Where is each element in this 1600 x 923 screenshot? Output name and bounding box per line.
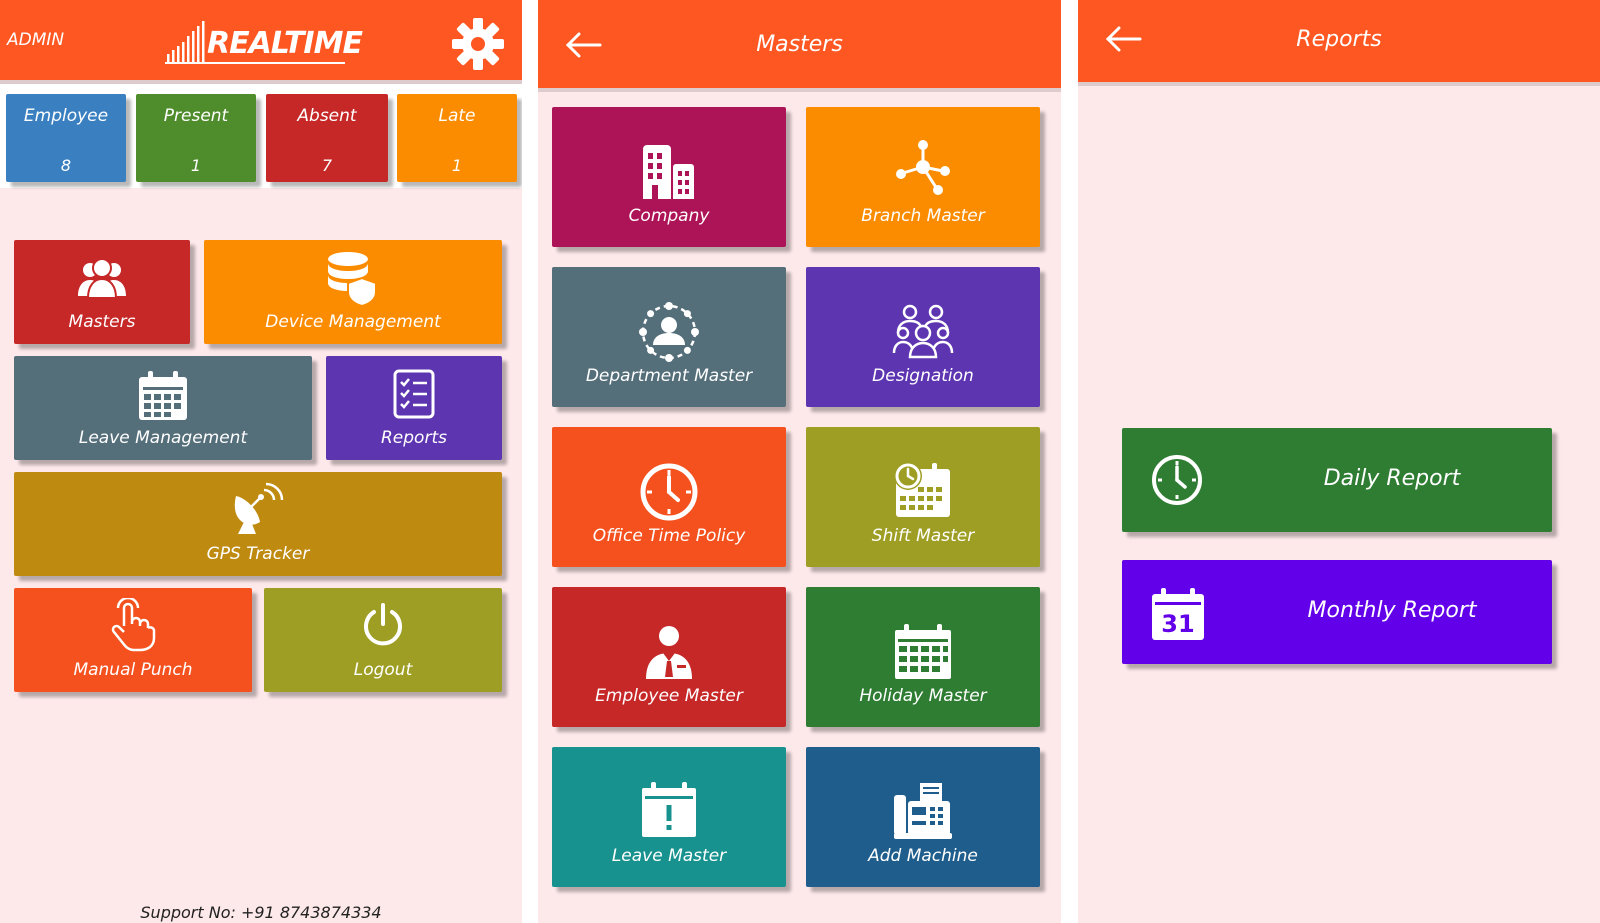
- company-tile[interactable]: Company: [552, 107, 786, 247]
- manual-punch-label: Manual Punch: [73, 660, 193, 680]
- absent-stat-card[interactable]: Absent 7: [266, 94, 388, 182]
- calendar-grid-icon: [895, 624, 951, 679]
- leave-master-label: Leave Master: [611, 846, 727, 866]
- stat-value: 7: [321, 156, 333, 175]
- stat-label: Absent: [297, 106, 357, 126]
- employee-master-tile[interactable]: Employee Master: [552, 587, 786, 727]
- support-number: Support No: +91 8743874334: [140, 903, 382, 922]
- office-time-policy-tile[interactable]: Office Time Policy: [552, 427, 786, 567]
- department-master-tile[interactable]: Department Master: [552, 267, 786, 407]
- daily-report-label: Daily Report: [1323, 466, 1461, 491]
- late-stat-card[interactable]: Late 1: [397, 94, 517, 182]
- holiday-master-label: Holiday Master: [859, 686, 987, 706]
- brand-logo: REALTIME: [165, 18, 363, 66]
- monthly-report-button[interactable]: 31 Monthly Report: [1122, 560, 1552, 664]
- employee-stat-card[interactable]: Employee 8: [6, 94, 126, 182]
- reports-app-bar: Reports: [1078, 0, 1600, 82]
- reports-label: Reports: [381, 428, 447, 448]
- checklist-icon: [393, 369, 435, 419]
- stat-value: 8: [60, 156, 72, 175]
- user-role-label: ADMIN: [7, 30, 65, 50]
- stat-value: 1: [190, 156, 202, 175]
- page-title: Masters: [756, 32, 843, 57]
- page-title: Reports: [1296, 27, 1382, 52]
- brand-logo-text: REALTIME: [207, 26, 363, 61]
- leave-master-tile[interactable]: Leave Master: [552, 747, 786, 887]
- branch-master-label: Branch Master: [861, 206, 985, 226]
- users-icon: [78, 258, 126, 299]
- stat-label: Present: [163, 106, 229, 126]
- hand-pointer-icon: [111, 598, 156, 652]
- add-machine-tile[interactable]: Add Machine: [806, 747, 1040, 887]
- masters-screen: Masters Company Branch Master Department…: [538, 0, 1061, 923]
- masters-app-bar: Masters: [538, 0, 1061, 88]
- company-label: Company: [628, 206, 710, 226]
- network-icon: [896, 140, 950, 195]
- masters-label: Masters: [68, 312, 136, 332]
- reports-screen: Reports Daily Report 31 Monthly Report: [1078, 0, 1600, 923]
- settings-gear-icon[interactable]: [450, 16, 506, 72]
- present-stat-card[interactable]: Present 1: [136, 94, 256, 182]
- monthly-report-label: Monthly Report: [1307, 598, 1477, 623]
- department-icon: [639, 302, 699, 362]
- calendar-icon: [139, 371, 187, 420]
- logout-label: Logout: [353, 660, 413, 680]
- building-icon: [643, 145, 694, 199]
- clock-icon: [1152, 455, 1202, 505]
- power-icon: [364, 603, 402, 646]
- leave-management-label: Leave Management: [78, 428, 248, 448]
- fax-machine-icon: [894, 783, 952, 839]
- device-management-tile[interactable]: Device Management: [204, 240, 502, 344]
- employee-icon: [646, 626, 692, 679]
- group-icon: [892, 304, 954, 359]
- gps-tracker-tile[interactable]: GPS Tracker: [14, 472, 502, 576]
- gps-tracker-label: GPS Tracker: [206, 544, 310, 564]
- stats-band: Employee 8 Present 1 Absent 7 Late 1: [0, 84, 522, 188]
- signal-bars-icon: [167, 21, 205, 62]
- branch-master-tile[interactable]: Branch Master: [806, 107, 1040, 247]
- calendar-clock-icon: [894, 462, 950, 517]
- calendar-alert-icon: [642, 782, 696, 837]
- manual-punch-tile[interactable]: Manual Punch: [14, 588, 252, 692]
- shift-master-label: Shift Master: [871, 526, 975, 546]
- satellite-dish-icon: [234, 482, 284, 534]
- designation-label: Designation: [872, 366, 974, 386]
- dashboard-app-bar: ADMIN REALTIME: [0, 0, 522, 80]
- database-shield-icon: [328, 252, 377, 306]
- leave-management-tile[interactable]: Leave Management: [14, 356, 312, 460]
- stat-label: Employee: [23, 106, 109, 126]
- device-management-label: Device Management: [265, 312, 441, 332]
- daily-report-button[interactable]: Daily Report: [1122, 428, 1552, 532]
- add-machine-label: Add Machine: [868, 846, 978, 866]
- reports-tile[interactable]: Reports: [326, 356, 502, 460]
- stat-value: 1: [451, 156, 463, 175]
- designation-tile[interactable]: Designation: [806, 267, 1040, 407]
- stat-label: Late: [438, 106, 476, 126]
- office-time-policy-label: Office Time Policy: [592, 526, 746, 546]
- holiday-master-tile[interactable]: Holiday Master: [806, 587, 1040, 727]
- department-master-label: Department Master: [585, 366, 753, 386]
- masters-tile[interactable]: Masters: [14, 240, 190, 344]
- logout-tile[interactable]: Logout: [264, 588, 502, 692]
- calendar-day-number: 31: [1161, 610, 1195, 638]
- employee-master-label: Employee Master: [595, 686, 743, 706]
- clock-icon: [640, 463, 698, 521]
- dashboard-screen: ADMIN REALTIME Employee 8 Present 1 Abse…: [0, 0, 522, 923]
- shift-master-tile[interactable]: Shift Master: [806, 427, 1040, 567]
